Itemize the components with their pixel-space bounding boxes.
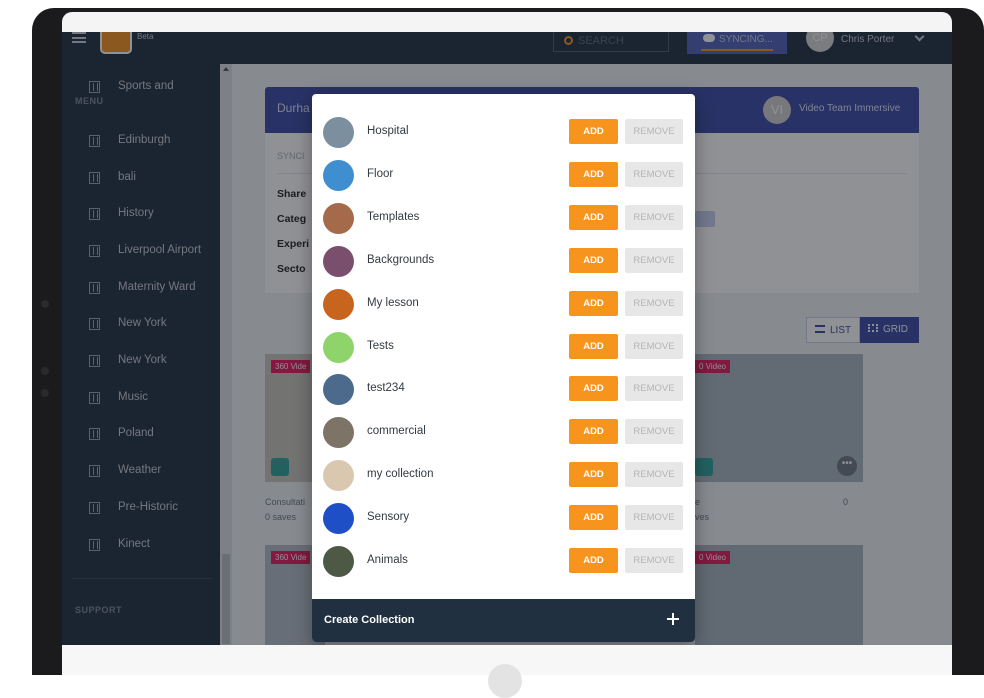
remove-button[interactable]: REMOVE	[625, 419, 683, 444]
collection-name: Animals	[367, 554, 408, 566]
collection-name: Templates	[367, 211, 420, 223]
collection-thumbnail	[323, 246, 354, 277]
create-collection-button[interactable]: Create Collection	[312, 599, 695, 642]
add-button[interactable]: ADD	[569, 548, 618, 573]
collection-row: test234 ADD REMOVE	[312, 368, 695, 410]
add-button[interactable]: ADD	[569, 505, 618, 530]
add-button[interactable]: ADD	[569, 119, 618, 144]
collection-name: Floor	[367, 168, 394, 180]
remove-button[interactable]: REMOVE	[625, 376, 683, 401]
add-button[interactable]: ADD	[569, 334, 618, 359]
add-to-collection-modal: Hospital ADD REMOVE Floor ADD REMOVE Tem…	[312, 94, 695, 642]
plus-icon	[667, 613, 679, 625]
tablet-top-bezel	[62, 12, 952, 32]
add-button[interactable]: ADD	[569, 248, 618, 273]
remove-button[interactable]: REMOVE	[625, 119, 683, 144]
collection-thumbnail	[323, 117, 354, 148]
collection-name: test234	[367, 382, 405, 394]
remove-button[interactable]: REMOVE	[625, 291, 683, 316]
tablet-button-dot	[41, 389, 49, 397]
collection-name: Backgrounds	[367, 254, 435, 266]
collection-name: commercial	[367, 425, 426, 437]
add-button[interactable]: ADD	[569, 419, 618, 444]
collection-name: my collection	[367, 468, 434, 480]
create-collection-label: Create Collection	[324, 614, 415, 626]
collection-row: Floor ADD REMOVE	[312, 154, 695, 196]
collection-name: Sensory	[367, 511, 410, 523]
collection-name: My lesson	[367, 297, 419, 309]
collection-name: Tests	[367, 340, 394, 352]
remove-button[interactable]: REMOVE	[625, 248, 683, 273]
collection-thumbnail	[323, 332, 354, 363]
remove-button[interactable]: REMOVE	[625, 334, 683, 359]
collection-row: Backgrounds ADD REMOVE	[312, 240, 695, 282]
collection-row: Hospital ADD REMOVE	[312, 111, 695, 153]
add-button[interactable]: ADD	[569, 291, 618, 316]
remove-button[interactable]: REMOVE	[625, 548, 683, 573]
remove-button[interactable]: REMOVE	[625, 162, 683, 187]
tablet-home-button	[488, 664, 522, 698]
add-button[interactable]: ADD	[569, 205, 618, 230]
collection-thumbnail	[323, 203, 354, 234]
remove-button[interactable]: REMOVE	[625, 205, 683, 230]
collection-row: Animals ADD REMOVE	[312, 540, 695, 582]
collection-row: My lesson ADD REMOVE	[312, 283, 695, 325]
collection-row: Templates ADD REMOVE	[312, 197, 695, 239]
collection-row: commercial ADD REMOVE	[312, 411, 695, 453]
collection-row: Sensory ADD REMOVE	[312, 497, 695, 539]
add-button[interactable]: ADD	[569, 162, 618, 187]
tablet-button-dot	[41, 367, 49, 375]
collection-thumbnail	[323, 460, 354, 491]
remove-button[interactable]: REMOVE	[625, 505, 683, 530]
collection-row: my collection ADD REMOVE	[312, 454, 695, 496]
collection-thumbnail	[323, 374, 354, 405]
collection-thumbnail	[323, 503, 354, 534]
collection-name: Hospital	[367, 125, 409, 137]
collection-thumbnail	[323, 546, 354, 577]
collection-row: Tests ADD REMOVE	[312, 326, 695, 368]
collection-thumbnail	[323, 417, 354, 448]
tablet-camera-dot	[41, 300, 49, 308]
add-button[interactable]: ADD	[569, 376, 618, 401]
app-screen: Beta SEARCH SYNCING... CP Chris Porter S…	[62, 32, 952, 645]
collection-thumbnail	[323, 289, 354, 320]
add-button[interactable]: ADD	[569, 462, 618, 487]
collection-thumbnail	[323, 160, 354, 191]
remove-button[interactable]: REMOVE	[625, 462, 683, 487]
